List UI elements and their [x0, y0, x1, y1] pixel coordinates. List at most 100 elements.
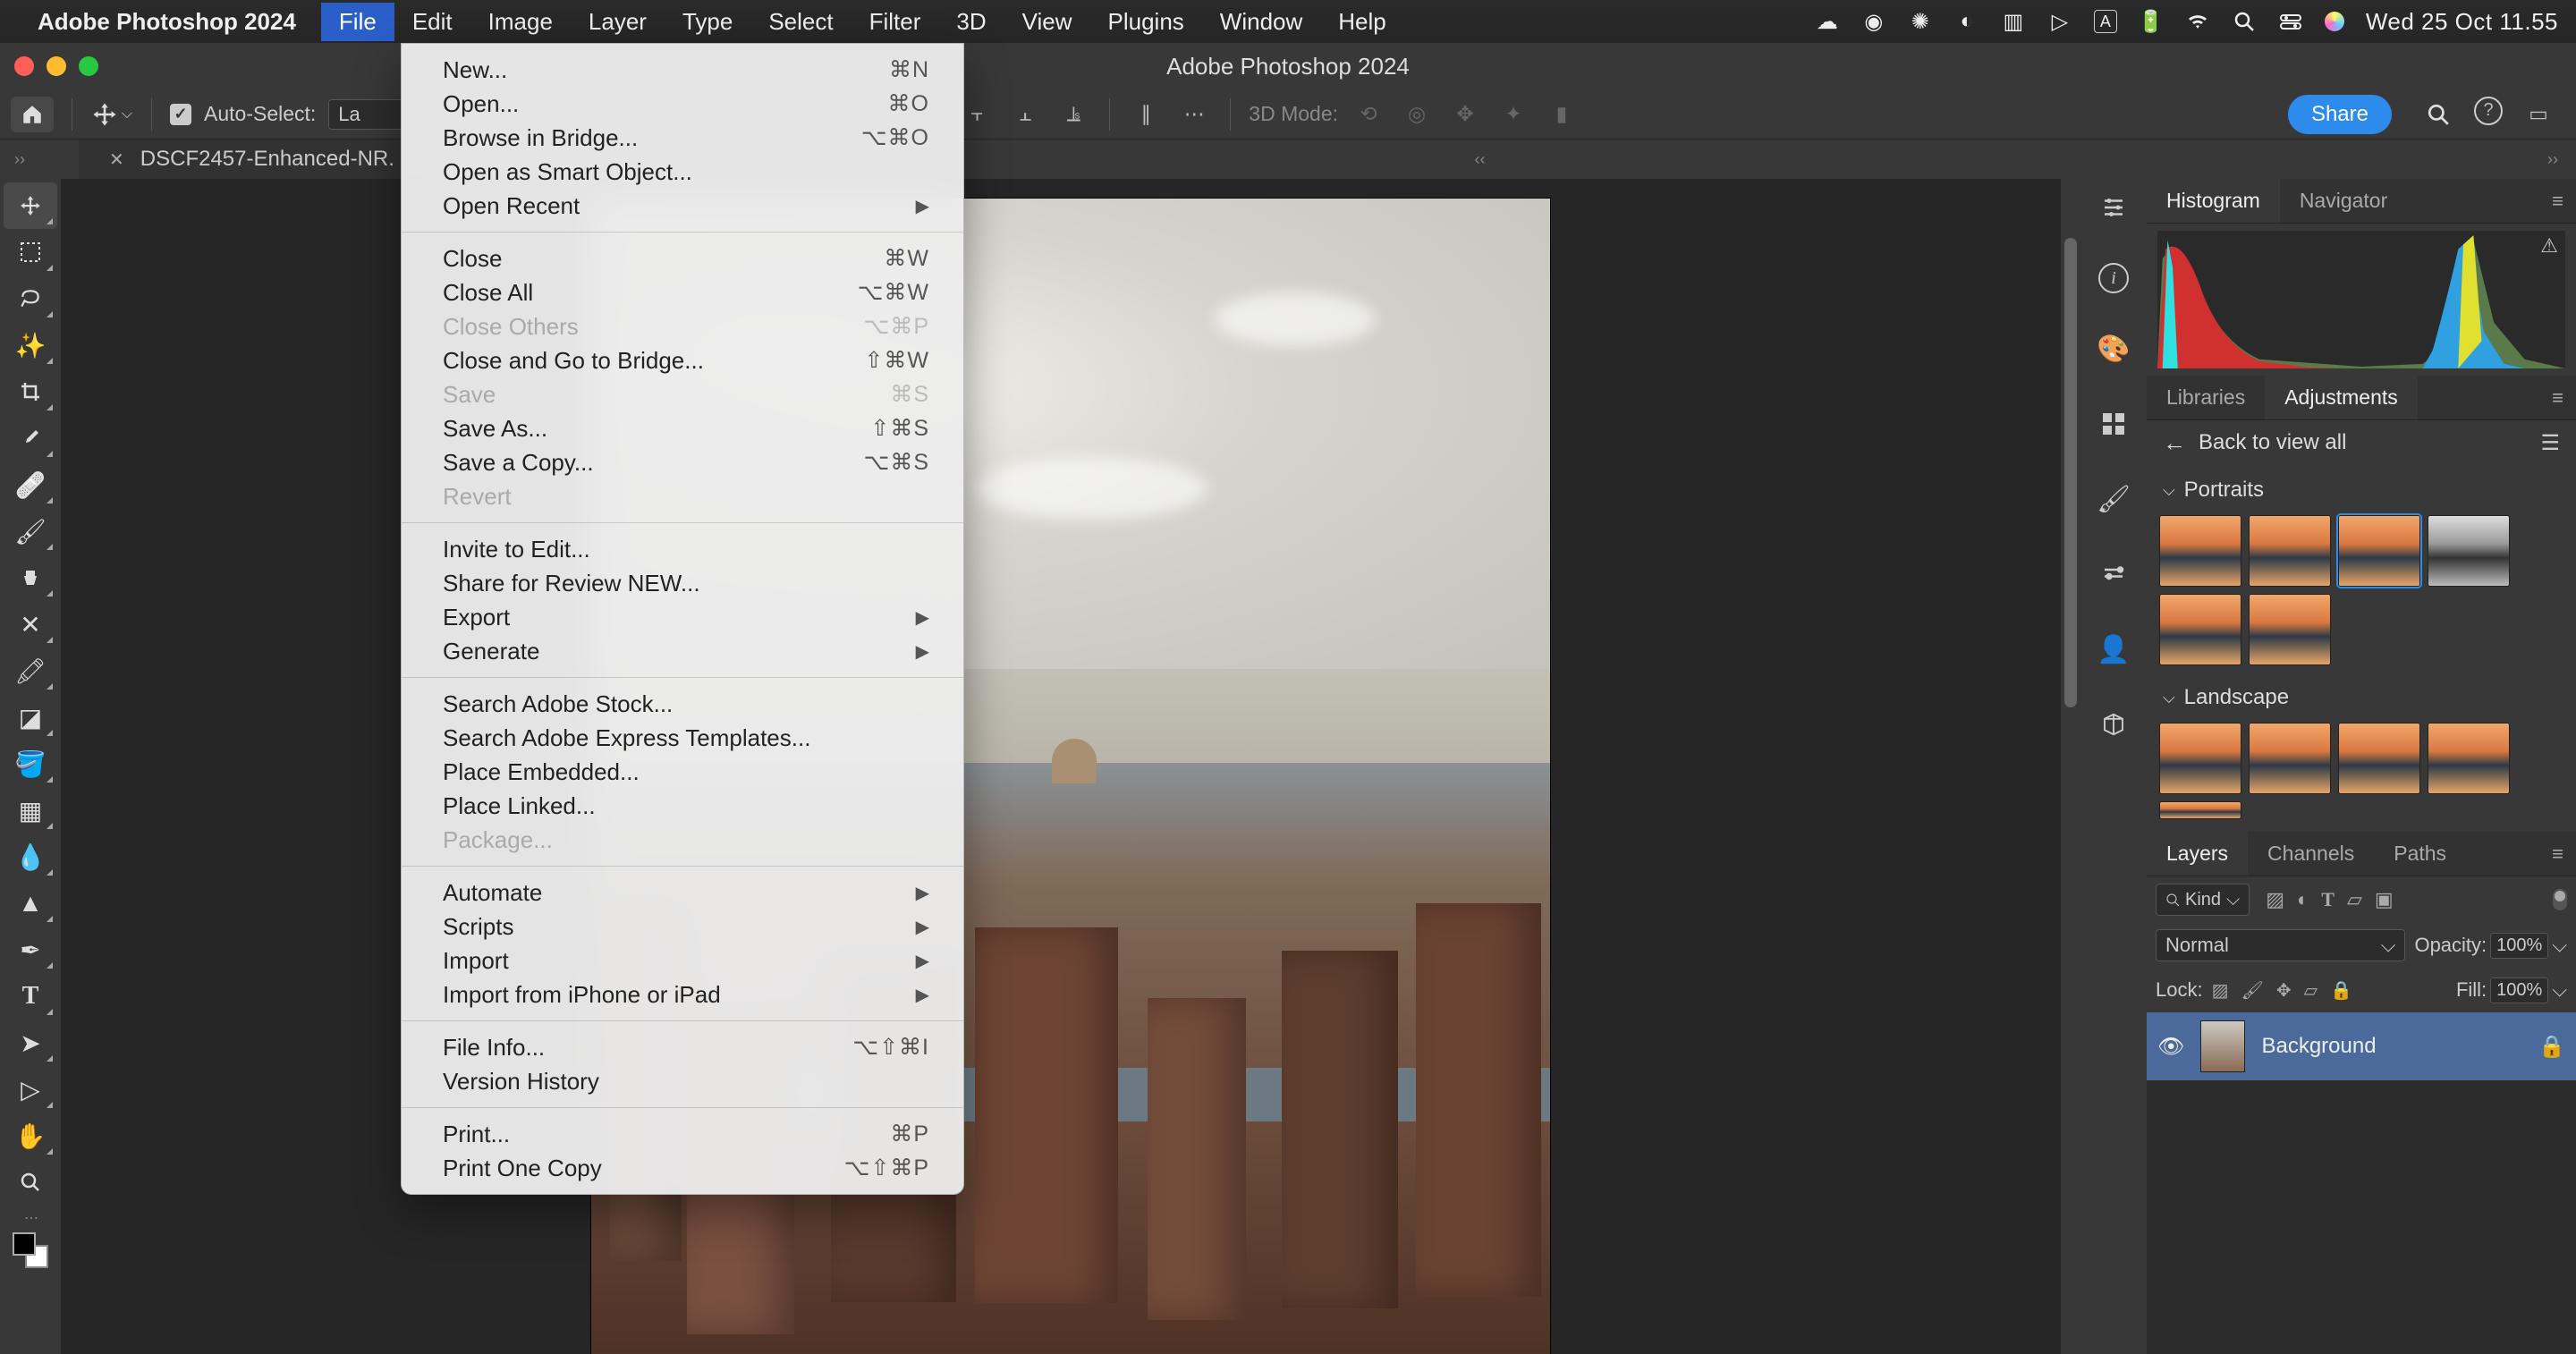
- menu-help[interactable]: Help: [1320, 3, 1403, 41]
- brush-tool[interactable]: 🖌: [4, 508, 57, 554]
- adjustments-panel-icon[interactable]: [2094, 188, 2133, 227]
- back-arrow-icon[interactable]: ←: [2163, 429, 2186, 457]
- layers-tab[interactable]: Layers: [2147, 832, 2248, 876]
- filter-adjustment-icon[interactable]: ◐: [2297, 888, 2309, 911]
- menu-item-close-and-go-to-bridge[interactable]: Close and Go to Bridge...⇧⌘W: [402, 343, 963, 377]
- paint-bucket-tool[interactable]: 🪣: [4, 740, 57, 787]
- minimize-window-button[interactable]: [47, 56, 66, 76]
- spotlight-icon[interactable]: [2232, 9, 2257, 34]
- menu-item-import-from-iphone-or-ipad[interactable]: Import from iPhone or iPad▶: [402, 977, 963, 1011]
- foreground-swatch[interactable]: [13, 1232, 36, 1256]
- preset-thumb[interactable]: [2428, 723, 2510, 794]
- healing-brush-tool[interactable]: 🩹: [4, 461, 57, 508]
- adjustments-back-row[interactable]: ← Back to view all ☰: [2147, 420, 2576, 465]
- align-vcenter-icon[interactable]: ⫠: [1007, 97, 1043, 132]
- panel-menu-icon[interactable]: ≡: [2552, 190, 2576, 213]
- menu-item-invite-to-edit[interactable]: Invite to Edit...: [402, 532, 963, 566]
- menu-item-new[interactable]: New...⌘N: [402, 53, 963, 87]
- menu-item-share-for-review-new[interactable]: Share for Review NEW...: [402, 566, 963, 600]
- menu-item-version-history[interactable]: Version History: [402, 1064, 963, 1098]
- menu-item-scripts[interactable]: Scripts▶: [402, 910, 963, 944]
- move-tool[interactable]: [4, 182, 57, 229]
- swatches-panel-icon[interactable]: [2094, 404, 2133, 444]
- preset-thumb[interactable]: [2159, 594, 2241, 665]
- menu-item-browse-in-bridge[interactable]: Browse in Bridge...⌥⌘O: [402, 121, 963, 155]
- preset-thumb[interactable]: [2159, 515, 2241, 587]
- fill-value[interactable]: 100%: [2490, 977, 2548, 1003]
- layer-visibility-icon[interactable]: 👁: [2157, 1034, 2184, 1060]
- pen-tool[interactable]: ✒: [4, 927, 57, 973]
- cloud-icon[interactable]: ☁︎: [1815, 9, 1840, 34]
- lock-position-icon[interactable]: ✥: [2276, 979, 2292, 1002]
- menu-item-file-info[interactable]: File Info...⌥⇧⌘I: [402, 1030, 963, 1064]
- input-source-icon[interactable]: A: [2094, 10, 2117, 33]
- document-tab[interactable]: ✕ DSCF2457-Enhanced-NR.: [79, 140, 425, 179]
- menu-item-save-a-copy[interactable]: Save a Copy...⌥⌘S: [402, 445, 963, 479]
- menu-item-export[interactable]: Export▶: [402, 600, 963, 634]
- lasso-tool[interactable]: [4, 275, 57, 322]
- menu-layer[interactable]: Layer: [571, 3, 665, 41]
- histogram-warning-icon[interactable]: ⚠: [2540, 234, 2558, 258]
- menu-item-open-recent[interactable]: Open Recent▶: [402, 189, 963, 223]
- clone-stamp-tool[interactable]: [4, 554, 57, 601]
- menu-item-import[interactable]: Import▶: [402, 944, 963, 977]
- path-selection-tool[interactable]: ➤: [4, 1020, 57, 1066]
- remove-tool[interactable]: ✕: [4, 601, 57, 647]
- preset-thumb[interactable]: [2249, 594, 2331, 665]
- eraser-tool[interactable]: ◪: [4, 694, 57, 740]
- panel-menu-icon[interactable]: ≡: [2552, 842, 2576, 866]
- filter-type-icon[interactable]: T: [2321, 888, 2334, 911]
- portraits-header[interactable]: ⌵Portraits: [2159, 470, 2563, 510]
- layer-lock-icon[interactable]: 🔒: [2538, 1034, 2565, 1060]
- menu-edit[interactable]: Edit: [394, 3, 470, 41]
- filter-smart-icon[interactable]: ▣: [2375, 888, 2394, 911]
- cc-status-icon[interactable]: ◐: [1954, 9, 1979, 34]
- blur-tool[interactable]: 💧: [4, 834, 57, 880]
- toolbar-handle-icon[interactable]: ››: [14, 150, 25, 169]
- menu-file[interactable]: File: [321, 3, 394, 41]
- auto-select-checkbox[interactable]: ✓: [170, 104, 191, 125]
- filter-toggle[interactable]: [2553, 889, 2567, 910]
- menu-select[interactable]: Select: [750, 3, 851, 41]
- workspace-icon[interactable]: ▭: [2521, 97, 2556, 132]
- align-bottom-icon[interactable]: ⫡: [1055, 97, 1091, 132]
- align-left-icon[interactable]: ∥: [1128, 97, 1164, 132]
- paths-tab[interactable]: Paths: [2374, 832, 2466, 876]
- menu-plugins[interactable]: Plugins: [1090, 3, 1202, 41]
- lock-paint-icon[interactable]: 🖌: [2241, 979, 2264, 1002]
- menu-item-place-linked[interactable]: Place Linked...: [402, 789, 963, 823]
- battery-icon[interactable]: 🔋: [2139, 9, 2164, 34]
- preset-thumb[interactable]: [2338, 515, 2420, 587]
- adjustments-tab[interactable]: Adjustments: [2265, 376, 2418, 419]
- 3d-panel-icon[interactable]: [2094, 705, 2133, 744]
- direct-selection-tool[interactable]: ▷: [4, 1066, 57, 1113]
- dodge-tool[interactable]: ▲: [4, 880, 57, 927]
- siri-icon[interactable]: [2325, 12, 2344, 31]
- menu-image[interactable]: Image: [470, 3, 571, 41]
- magic-wand-tool[interactable]: ✨: [4, 322, 57, 368]
- help-icon[interactable]: ?: [2474, 97, 2503, 125]
- opacity-value[interactable]: 100%: [2490, 933, 2548, 959]
- menu-3d[interactable]: 3D: [938, 3, 1004, 41]
- menu-type[interactable]: Type: [665, 3, 750, 41]
- panel-collapse-left-icon[interactable]: ‹‹: [1474, 150, 1497, 169]
- crop-tool[interactable]: [4, 368, 57, 415]
- zoom-tool[interactable]: [4, 1159, 57, 1206]
- control-center-icon[interactable]: [2278, 9, 2303, 34]
- navigator-tab[interactable]: Navigator: [2280, 179, 2407, 223]
- drives-icon[interactable]: ▥: [2001, 9, 2026, 34]
- lock-artboard-icon[interactable]: ▱: [2304, 979, 2318, 1002]
- layer-row[interactable]: 👁 Background 🔒: [2147, 1012, 2576, 1080]
- panel-collapse-right-icon[interactable]: ››: [2547, 150, 2576, 169]
- edit-toolbar-icon[interactable]: ⋯: [24, 1209, 37, 1227]
- menu-view[interactable]: View: [1004, 3, 1090, 41]
- menu-window[interactable]: Window: [1202, 3, 1320, 41]
- menu-item-open[interactable]: Open...⌘O: [402, 87, 963, 121]
- move-tool-icon[interactable]: ⌵: [90, 97, 133, 132]
- vertical-scrollbar[interactable]: [2061, 179, 2080, 1354]
- record-icon[interactable]: ◉: [1861, 9, 1886, 34]
- menubar-datetime[interactable]: Wed 25 Oct 11.55: [2366, 8, 2558, 36]
- eyedropper-tool[interactable]: [4, 415, 57, 461]
- landscape-header[interactable]: ⌵Landscape: [2159, 678, 2563, 717]
- layer-thumbnail[interactable]: [2200, 1020, 2245, 1072]
